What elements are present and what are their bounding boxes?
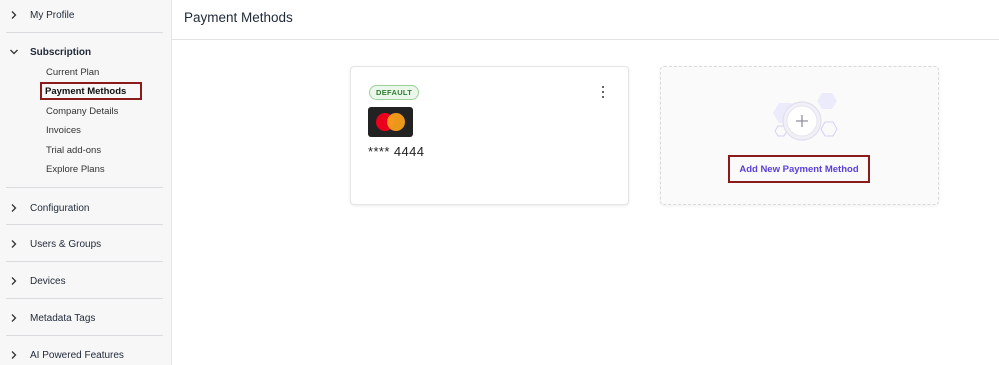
more-options-icon[interactable] [600,86,606,98]
nav-ai-powered-features[interactable]: AI Powered Features [6,346,124,364]
page-header: Payment Methods [172,0,999,40]
payment-method-card: DEFAULT **** 4444 [350,66,629,205]
plus-icon [773,93,838,141]
default-badge: DEFAULT [369,85,420,100]
add-payment-method-button[interactable]: Add New Payment Method [728,155,870,183]
divider [6,299,163,336]
sidebar: My Profile Subscription Current Plan Pay… [0,0,172,365]
chevron-right-icon [6,351,22,359]
divider [6,188,163,225]
add-payment-method-card[interactable]: Add New Payment Method [660,66,939,205]
divider [6,0,163,33]
divider [6,225,163,262]
nav-label: AI Powered Features [30,349,124,361]
mastercard-icon [368,107,413,137]
divider [6,33,163,188]
page-title: Payment Methods [184,10,293,25]
card-number: **** 4444 [368,144,425,159]
divider [6,262,163,299]
